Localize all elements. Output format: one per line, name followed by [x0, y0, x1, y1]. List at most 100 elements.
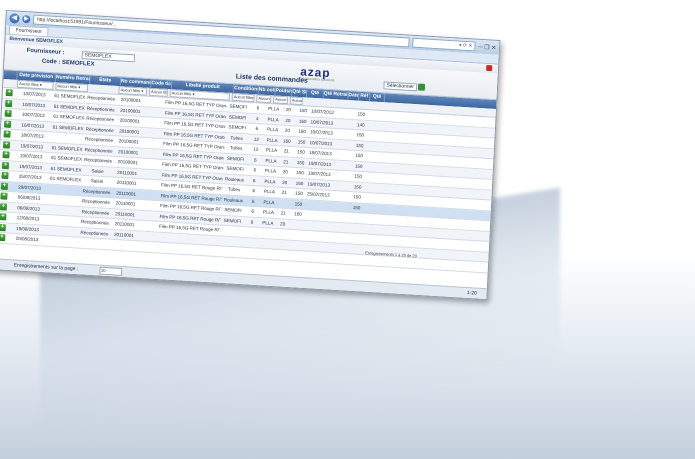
table-cell: Réceptionnée	[80, 219, 110, 226]
table-cell	[145, 112, 165, 113]
table-cell	[288, 255, 304, 256]
expand-row-icon[interactable]: +	[0, 234, 6, 242]
table-cell	[274, 254, 288, 255]
filter-dropdown[interactable]: Aucun filtre ▾	[118, 86, 148, 96]
table-cell: 150	[354, 173, 363, 180]
expand-row-icon[interactable]: +	[4, 120, 12, 128]
column-header[interactable]: Date	[348, 91, 360, 101]
table-cell	[305, 235, 329, 236]
table-cell: 20100001	[117, 159, 138, 166]
action-select[interactable]: Sélectionner	[383, 81, 418, 92]
close-icon[interactable]	[486, 64, 493, 72]
table-cell: Rouleaux	[224, 176, 245, 183]
table-cell: Film PP 16,5G RET TYP Orange R/T	[161, 172, 223, 182]
table-cell	[342, 165, 352, 166]
table-cell: 20110001	[116, 180, 137, 187]
table-cell	[220, 230, 244, 231]
table-cell: Réceptionnée	[85, 136, 114, 144]
table-cell: 20110001	[114, 221, 135, 228]
table-cell: Réceptionnée	[85, 126, 114, 133]
go-button[interactable]	[417, 83, 426, 91]
table-cell: 20100001	[119, 117, 140, 125]
table-cell: 20100001	[118, 148, 139, 156]
table-cell: 150	[357, 111, 366, 118]
expand-row-icon[interactable]: +	[0, 192, 8, 201]
table-cell: SEMOFI	[229, 103, 248, 110]
table-cell: 6	[255, 126, 259, 132]
filter-dropdown[interactable]: Aucun filtre ▾	[256, 94, 272, 104]
table-cell: 12	[253, 136, 259, 142]
table-cell: Film PP 16,5G RET Rouge R/T	[160, 193, 222, 202]
table-cell	[244, 232, 260, 233]
window-controls[interactable]: ─ ❐ ✕	[478, 43, 496, 51]
table-cell: 150	[296, 170, 304, 176]
expand-row-icon[interactable]: +	[0, 223, 6, 232]
table-cell: SEMOFI	[223, 217, 242, 224]
column-header[interactable]: Qté	[306, 88, 325, 99]
table-cell	[258, 253, 274, 254]
table-cell: Réceptionnée	[80, 229, 109, 237]
filter-dropdown[interactable]: Aucun filtre ▾	[289, 96, 303, 106]
table-cell: PLLA	[268, 106, 280, 112]
table-cell: 21	[281, 190, 287, 196]
table-cell	[289, 245, 305, 246]
table-cell: 20110001	[117, 169, 138, 176]
forward-arrow-icon[interactable]: ▶	[22, 14, 31, 24]
table-cell	[337, 258, 347, 259]
filter-dropdown[interactable]: Aucun filtre ▾	[148, 87, 168, 97]
table-cell: PLLA	[267, 116, 279, 123]
table-cell: 10/07/2013	[310, 129, 334, 136]
expand-row-icon[interactable]: +	[3, 130, 11, 138]
expand-row-icon[interactable]: +	[0, 203, 8, 211]
table-cell: 150	[355, 153, 364, 159]
table-cell: 10/07/2013	[309, 140, 333, 147]
table-cell: 18/07/2013	[309, 150, 333, 157]
table-cell: Film PP 16,5G RET TYP Orange R/T	[162, 162, 224, 171]
column-header[interactable]: Qté Retrait	[323, 89, 349, 101]
table-cell	[259, 243, 275, 244]
table-cell: Réceptionnée	[84, 157, 113, 164]
column-header[interactable]: Réf	[359, 91, 371, 102]
expand-row-icon[interactable]: +	[1, 172, 9, 180]
expand-row-icon[interactable]: +	[2, 151, 10, 159]
table-cell	[348, 248, 362, 249]
expand-row-icon[interactable]: +	[4, 109, 12, 118]
table-cell	[48, 189, 81, 191]
table-cell	[333, 154, 343, 155]
table-cell: 19/08/2013	[16, 225, 39, 233]
table-cell: 150	[352, 204, 361, 211]
table-cell: Tubes	[229, 145, 243, 152]
table-cell: 150	[353, 184, 362, 190]
table-cell: PLLA	[263, 188, 276, 195]
table-cell	[275, 244, 289, 245]
table-cell: Saisie	[91, 168, 104, 174]
filter-dropdown[interactable]: Aucun filtre ▾	[272, 95, 289, 105]
table-cell: 20100001	[120, 107, 141, 114]
expand-row-icon[interactable]: +	[5, 89, 13, 97]
table-body: +10/07/2013 61 SEMOFLEX Réceptionnée 201000…	[0, 87, 496, 274]
table-cell	[290, 224, 306, 225]
table-cell	[349, 217, 363, 218]
filter-dropdown[interactable]: Aucun filtre ▾	[231, 92, 255, 103]
table-cell: 150	[294, 201, 303, 207]
expand-row-icon[interactable]: +	[1, 161, 10, 169]
column-header[interactable]: Qté	[369, 92, 386, 103]
table-cell: Film PP 16,5G RET TYP Orange R/T	[164, 110, 226, 119]
table-cell: Film PP 16,5G RET TYP Orange R/T	[163, 141, 225, 151]
table-cell	[142, 163, 162, 164]
table-cell	[143, 153, 163, 154]
table-cell: 150	[299, 108, 308, 114]
table-cell: PLLA	[266, 137, 278, 143]
table-cell: PLLA	[263, 199, 275, 205]
expand-row-icon[interactable]: +	[2, 140, 11, 149]
table-cell	[349, 228, 363, 229]
page-size-label: Enregistrements sur la page :	[13, 262, 79, 273]
expand-row-icon[interactable]: +	[5, 99, 13, 107]
back-arrow-icon[interactable]: ◀	[9, 13, 20, 24]
page-size-select[interactable]: 20	[99, 266, 123, 276]
table-cell: 21	[283, 148, 289, 154]
expand-row-icon[interactable]: +	[0, 213, 7, 221]
expand-row-icon[interactable]: +	[0, 182, 9, 190]
expand-col-header	[3, 70, 18, 80]
table-cell: 150	[296, 159, 305, 166]
